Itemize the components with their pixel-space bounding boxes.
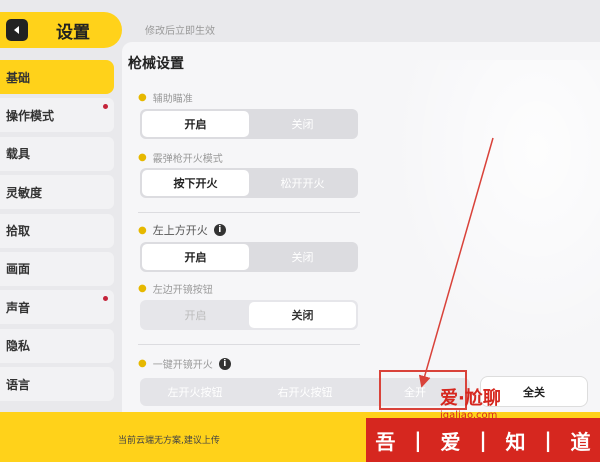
sidebar-item-pickup[interactable]: 拾取: [0, 213, 114, 248]
panel-decoration: [390, 60, 600, 360]
watermark-logo: 爱·尬聊 igaliao.com: [440, 388, 501, 421]
bullet-icon: ●: [138, 358, 147, 369]
aim-assist-off[interactable]: 关闭: [249, 111, 356, 137]
left-fire-button-option[interactable]: 左开火按钮: [140, 378, 250, 406]
left-scope-on[interactable]: 开启: [142, 302, 249, 328]
sidebar: 基础 操作模式 载具 灵敏度 拾取 画面 声音 隐私 语言: [0, 60, 114, 406]
sidebar-item-sound[interactable]: 声音: [0, 290, 114, 325]
fire-mode-label: ● 霰弹枪开火模式: [138, 152, 223, 165]
divider: [138, 212, 360, 213]
top-left-fire-off[interactable]: 关闭: [249, 244, 356, 270]
top-left-fire-toggle: 开启 关闭: [140, 242, 358, 272]
settings-title-bar: 设置: [0, 12, 122, 48]
fire-mode-press[interactable]: 按下开火: [142, 170, 249, 196]
effect-hint: 修改后立即生效: [145, 26, 215, 37]
info-icon[interactable]: i: [218, 357, 231, 370]
aim-assist-label: ● 辅助瞄准: [138, 92, 193, 105]
left-scope-label: ● 左边开镜按钮: [138, 283, 213, 296]
back-arrow-icon: [14, 26, 19, 34]
top-left-fire-on[interactable]: 开启: [142, 244, 249, 270]
right-fire-button-option[interactable]: 右开火按钮: [250, 378, 360, 406]
notification-dot: [103, 104, 108, 110]
fire-mode-toggle: 按下开火 松开开火: [140, 168, 358, 198]
top-left-fire-label: ● 左上方开火 i: [138, 222, 226, 238]
bullet-icon: ●: [138, 224, 147, 236]
back-button[interactable]: [6, 19, 28, 41]
fire-mode-release[interactable]: 松开开火: [249, 170, 356, 196]
bullet-icon: ●: [138, 152, 147, 163]
page-title: 设置: [56, 22, 90, 43]
bullet-icon: ●: [138, 283, 147, 294]
cloud-hint: 当前云端无方案,建议上传: [118, 436, 220, 446]
section-title: 枪械设置: [128, 56, 184, 72]
bullet-icon: ●: [138, 92, 147, 103]
sidebar-item-privacy[interactable]: 隐私: [0, 328, 114, 363]
sidebar-item-control-mode[interactable]: 操作模式: [0, 98, 114, 133]
sidebar-item-graphics[interactable]: 画面: [0, 251, 114, 286]
notification-dot: [103, 296, 108, 302]
sidebar-item-basic[interactable]: 基础: [0, 60, 114, 94]
sidebar-item-vehicle[interactable]: 载具: [0, 136, 114, 171]
one-key-scope-label: ● 一键开镜开火 i: [138, 356, 231, 371]
info-icon[interactable]: i: [213, 224, 226, 236]
sidebar-item-language[interactable]: 语言: [0, 367, 114, 402]
aim-assist-on[interactable]: 开启: [142, 111, 249, 137]
left-scope-off[interactable]: 关闭: [249, 302, 356, 328]
sidebar-item-sensitivity[interactable]: 灵敏度: [0, 175, 114, 210]
watermark-strip: 吾 | 爱 | 知 | 道: [366, 418, 600, 462]
aim-assist-toggle: 开启 关闭: [140, 109, 358, 139]
divider: [138, 344, 360, 345]
left-scope-toggle: 开启 关闭: [140, 300, 358, 330]
